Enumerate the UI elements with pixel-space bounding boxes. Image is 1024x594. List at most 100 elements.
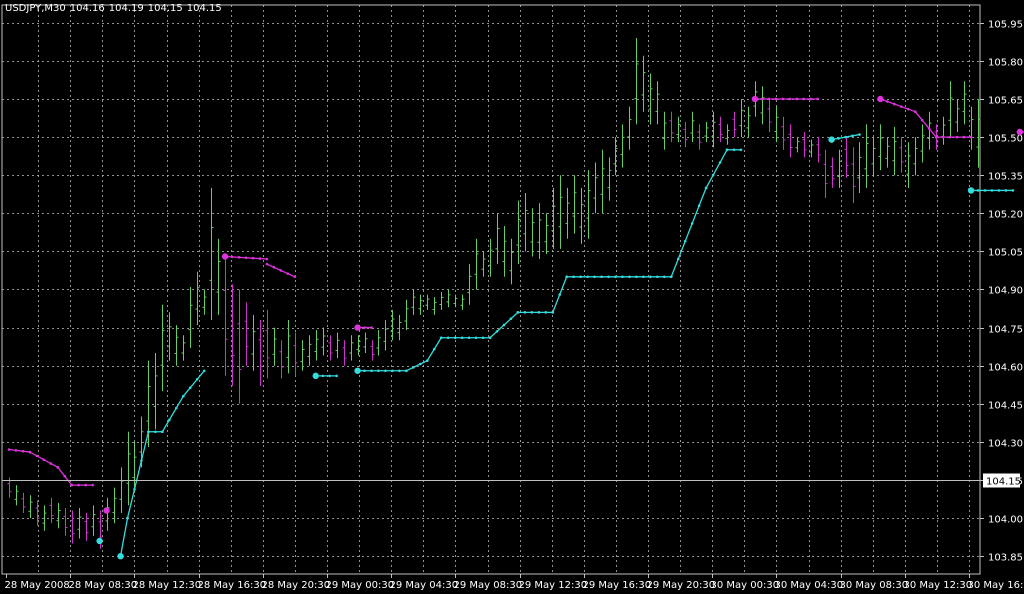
sell-stop-line-point [279, 269, 283, 272]
buy-stop-line-point [621, 275, 624, 279]
sell-stop-line-point [893, 102, 896, 106]
x-tick-label: 30 May 04:30 [775, 580, 844, 591]
sell-stop-line [8, 448, 30, 453]
price-chart[interactable]: 105.95 105.80 105.65 105.50 105.35 105.20 105.… [0, 0, 1024, 594]
sell-stop-line [880, 98, 916, 113]
buy-stop-line [406, 360, 428, 372]
buy-stop-line-point [412, 366, 415, 369]
high-value: 104.19 [108, 3, 144, 14]
buy-stop-line-point [844, 135, 847, 139]
buy-stop-line-point [676, 257, 680, 261]
buy-stop-line-point [439, 336, 443, 340]
sell-stop-line-point [21, 449, 25, 453]
buy-stop-line-point [321, 374, 325, 378]
sell-stop-line-point [14, 449, 18, 452]
buy-stop-line-point [614, 275, 617, 279]
buy-signal-dot [828, 136, 835, 143]
sell-stop-line-point [70, 483, 74, 487]
buy-stop-line-point [1004, 189, 1008, 192]
buy-stop-line-point [565, 275, 568, 279]
buy-stop-line-point [718, 161, 722, 164]
buy-stop-line-point [502, 323, 506, 327]
sell-signal-dot [221, 253, 229, 260]
sell-stop-line-point [42, 458, 46, 461]
buy-stop-line-point [126, 516, 129, 520]
buy-stop-line-point [488, 336, 492, 340]
x-tick-label: 28 May 12:30 [133, 580, 202, 591]
buy-stop-line-point [628, 275, 631, 279]
buy-stop-line [126, 431, 150, 519]
sell-stop-line-point [63, 474, 67, 478]
sell-stop-line-point [49, 462, 53, 465]
buy-stop-line-point [586, 275, 589, 279]
y-tick-label: 105.35 [988, 172, 1023, 183]
buy-stop-line-point [530, 311, 534, 314]
buy-stop-line-point [328, 374, 331, 378]
buy-stop-line-point [432, 347, 436, 351]
buy-stop-line-point [175, 406, 178, 410]
y-tick-label: 104.75 [988, 325, 1023, 336]
x-tick-label: 29 May 12:30 [519, 580, 588, 591]
sell-stop-line-point [809, 97, 812, 101]
sell-stop-line-point [91, 483, 94, 487]
y-tick-label: 105.50 [988, 134, 1023, 145]
close-value: 104.15 [186, 3, 222, 14]
buy-stop-line-point [377, 369, 380, 373]
buy-stop-line-point [481, 336, 485, 340]
buy-stop-line [670, 187, 707, 278]
buy-stop-line-point [593, 275, 596, 279]
x-tick-label: 28 May 20:30 [262, 580, 331, 591]
x-tick-label: 30 May 08:30 [840, 580, 909, 591]
buy-stop-line-point [983, 189, 987, 192]
x-tick-label: 29 May 04:30 [390, 580, 459, 591]
sell-stop-line-point [913, 110, 917, 113]
x-tick-label: 28 May 08:30 [69, 580, 138, 591]
y-tick-label: 104.00 [988, 515, 1023, 526]
sell-stop-line-point [934, 135, 938, 139]
sell-stop-line-point [286, 272, 290, 275]
buy-stop-line-point [195, 377, 199, 381]
buy-stop-line-point [523, 311, 527, 314]
sell-stop-line-point [363, 326, 366, 329]
sell-stop-line-point [56, 466, 60, 469]
symbol-timeframe: USDJPY,M30 [5, 3, 66, 14]
sell-stop-line-point [795, 97, 799, 101]
buy-stop-line-point [851, 134, 854, 138]
buy-stop-line-point [607, 275, 610, 279]
sell-stop-line-point [781, 97, 785, 101]
buy-stop-line-point [683, 239, 687, 243]
buy-signal-dot [312, 372, 319, 380]
buy-stop-line-point [384, 369, 387, 373]
sell-stop-line-point [802, 97, 806, 101]
buy-stop-line-point [990, 189, 994, 192]
chart-title: USDJPY,M30 104.16 104.19 104.15 104.15 [5, 3, 226, 14]
low-value: 104.15 [147, 3, 183, 14]
buy-stop-line-point [370, 369, 373, 373]
buy-stop-line-point [662, 275, 666, 279]
sell-signal-dot [103, 507, 110, 514]
buy-stop-line-point [558, 293, 562, 296]
buy-stop-line-point [188, 386, 192, 390]
sell-stop-line-point [920, 118, 924, 122]
sell-stop-line-point [962, 135, 966, 139]
sell-stop-line-point [767, 97, 771, 101]
buy-stop-line-point [202, 369, 206, 373]
x-tick-label: 29 May 00:30 [326, 580, 395, 591]
buy-stop-line-point [572, 275, 575, 279]
sell-stop-line-point [941, 135, 945, 139]
sell-signal-dot [751, 95, 759, 103]
sell-stop-line [914, 111, 937, 138]
sell-stop-line-point [955, 135, 959, 139]
buy-stop-line [705, 149, 728, 189]
buy-stop-line-point [600, 275, 603, 279]
buy-stop-line-point [446, 336, 450, 340]
sell-stop-line-point [77, 483, 81, 487]
sell-stop-line-point [788, 97, 792, 101]
buy-stop-line-point [335, 374, 338, 378]
sell-stop-line-point [265, 257, 269, 261]
buy-stop-line-point [551, 311, 555, 314]
buy-signal-dot [96, 537, 103, 545]
buy-stop-line-point [669, 275, 673, 279]
sell-stop-line-point [251, 256, 255, 260]
y-tick-label: 105.80 [988, 58, 1023, 69]
